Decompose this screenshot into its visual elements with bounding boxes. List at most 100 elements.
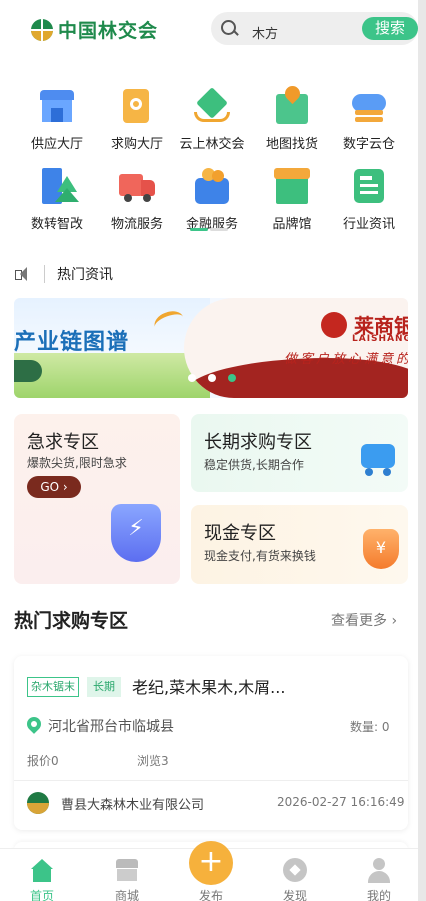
banner-slogan: 做客户放心满意的 [284, 352, 408, 367]
search-input[interactable]: 木方 [252, 23, 278, 42]
banner-dot[interactable] [208, 374, 216, 382]
cloud-storage-icon [349, 86, 389, 126]
search-bar[interactable]: 木方 搜索 [211, 12, 418, 45]
grid-item-purchase-hall[interactable]: 求购大厅 [98, 86, 176, 154]
tab-publish[interactable]: 发布 [181, 889, 241, 901]
view-more-link[interactable]: 查看更多 › [331, 610, 397, 630]
banner-slide-industry-chain: 产业链图谱 [14, 298, 210, 398]
grid-item-map-search[interactable]: 地图找货 [253, 82, 331, 154]
company-avatar [27, 792, 49, 814]
urgent-zone-subtitle: 爆款尖货,限时急求 [27, 456, 127, 470]
grid-label: 云上林交会 [179, 137, 245, 152]
post-time: 2026-02-27 16:16:49 [277, 795, 405, 809]
grid-item-supply-hall[interactable]: 供应大厅 [18, 86, 96, 154]
digital-building-tree-icon [37, 166, 79, 206]
grid-page-indicator-inactive [210, 228, 228, 231]
grid-label: 地图找货 [265, 137, 318, 152]
grid-label: 数字云仓 [342, 137, 395, 152]
grid-label: 求购大厅 [110, 137, 163, 152]
user-icon [366, 857, 392, 883]
grid-label: 供应大厅 [30, 137, 83, 152]
purchase-card[interactable]: 杂木锯末 长期 老纪,菜木果木,木屑... 河北省邢台市临城县 数量: 0 报价… [14, 656, 408, 830]
purchase-title: 老纪,菜木果木,木屑... [132, 678, 286, 697]
divider [14, 780, 408, 781]
map-pin-icon [272, 82, 312, 126]
cash-zone-card[interactable]: 现金专区 现金支付,有货来换钱 ¥ [191, 505, 408, 584]
grid-label: 品牌馆 [272, 217, 312, 232]
category-tag: 杂木锯末 [27, 677, 79, 697]
grid-item-finance[interactable]: 金融服务 [173, 166, 251, 234]
wallet-coins-icon [192, 166, 232, 206]
company-name: 曹县大森林木业有限公司 [61, 798, 205, 813]
location-text: 河北省邢台市临城县 [48, 719, 174, 735]
header: 中国林交会 木方 搜索 [0, 0, 418, 58]
home-icon [29, 857, 55, 883]
speaker-icon [14, 266, 32, 282]
tab-label: 我的 [366, 889, 391, 901]
grid-label: 物流服务 [110, 217, 163, 232]
tab-mall[interactable]: 商城 [97, 857, 157, 901]
long-term-zone-card[interactable]: 长期求购专区 稳定供货,长期合作 [191, 414, 408, 492]
logo[interactable]: 中国林交会 [31, 16, 158, 43]
cash-zone-subtitle: 现金支付,有货来换钱 [204, 549, 316, 563]
shop-icon [114, 857, 140, 883]
grid-page-indicator [190, 228, 230, 231]
brand-hall-icon [272, 166, 312, 206]
search-button[interactable]: 搜索 [362, 17, 418, 40]
long-term-zone-title: 长期求购专区 [204, 432, 312, 453]
cloud-fair-cube-icon [192, 86, 232, 126]
bird-icon [151, 307, 187, 337]
banner-dots [188, 374, 248, 384]
tab-label: 首页 [29, 889, 54, 901]
cash-zone-title: 现金专区 [204, 523, 276, 544]
shield-lightning-icon [111, 504, 161, 562]
type-tag: 长期 [87, 677, 121, 697]
grid-item-brand-hall[interactable]: 品牌馆 [253, 166, 331, 234]
cart-icon [355, 438, 399, 476]
bottom-tab-bar: 首页 商城 + 发布 发现 我的 [0, 841, 418, 901]
tab-home[interactable]: 首页 [12, 857, 72, 901]
tab-label: 发布 [198, 889, 223, 901]
purchase-search-icon [117, 86, 157, 126]
grid-item-cloud-fair[interactable]: 云上林交会 [173, 86, 251, 154]
urgent-zone-card[interactable]: 急求专区 爆款尖货,限时急求 GO › [14, 414, 180, 584]
location-pin-icon [24, 714, 44, 734]
logo-icon [31, 18, 53, 41]
grid-item-logistics[interactable]: 物流服务 [98, 166, 176, 234]
news-doc-icon [349, 166, 389, 206]
logo-text: 中国林交会 [58, 20, 159, 42]
quantity-text: 数量: 0 [350, 720, 390, 734]
banner-brand-en: LAISHANG [352, 334, 408, 344]
long-term-zone-subtitle: 稳定供货,长期合作 [204, 458, 304, 472]
hot-news-label: 热门资讯 [57, 267, 113, 283]
grid-item-digital-warehouse[interactable]: 数字云仓 [330, 86, 408, 154]
tab-label: 发现 [282, 889, 307, 901]
go-button[interactable]: GO › [27, 476, 81, 498]
hot-news-strip[interactable]: 热门资讯 [14, 262, 408, 286]
divider [44, 265, 45, 283]
grid-page-indicator-active [190, 228, 208, 231]
banner-tab-shape [14, 360, 42, 382]
tab-label: 商城 [114, 889, 139, 901]
hot-section-title: 热门求购专区 [14, 610, 129, 632]
banner-dot-active[interactable] [228, 374, 236, 382]
bank-logo-icon [321, 312, 347, 338]
tab-discover[interactable]: 发现 [265, 857, 325, 901]
grid-item-industry-news[interactable]: 行业资讯 [330, 166, 408, 234]
urgent-zone-title: 急求专区 [27, 432, 99, 453]
search-icon [221, 19, 239, 38]
app-page: 中国林交会 木方 搜索 供应大厅 求购大厅 云上林交会 地图找货 数字云仓 数转… [0, 0, 418, 901]
grid-item-digital-transform[interactable]: 数转智改 [18, 166, 96, 234]
banner-left-text: 产业链图谱 [14, 330, 130, 355]
publish-button[interactable]: + [189, 841, 233, 885]
quote-count: 报价0 [27, 754, 59, 768]
truck-icon [117, 166, 157, 206]
tab-mine[interactable]: 我的 [349, 857, 409, 901]
warehouse-icon [37, 86, 77, 126]
yen-shield-icon: ¥ [363, 529, 399, 569]
compass-icon [282, 857, 308, 883]
grid-label: 数转智改 [30, 217, 83, 232]
banner-dot[interactable] [188, 374, 196, 382]
grid-label: 行业资讯 [342, 217, 395, 232]
scrollbar[interactable] [418, 0, 426, 901]
